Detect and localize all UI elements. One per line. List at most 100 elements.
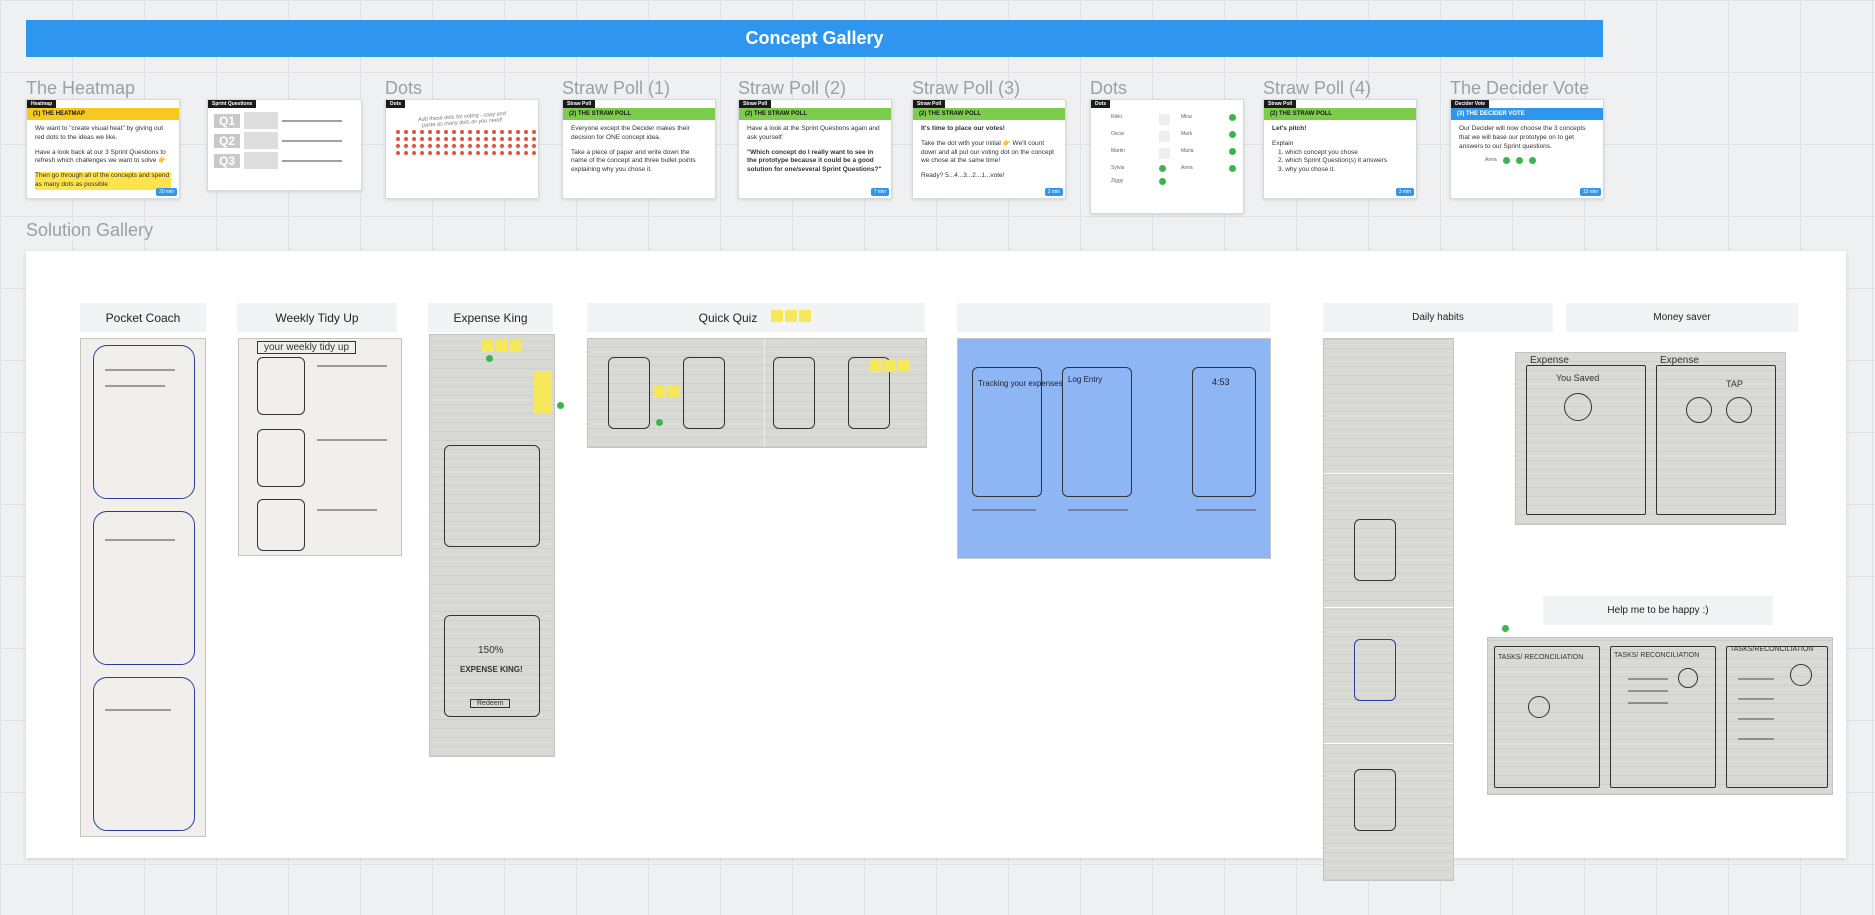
red-vote-dot[interactable] (452, 130, 456, 134)
red-vote-dot[interactable] (532, 151, 536, 155)
sticky-note[interactable] (898, 360, 910, 372)
red-vote-dot[interactable] (476, 137, 480, 141)
vote-dot[interactable] (1229, 165, 1236, 172)
expense-tracker-sketch[interactable]: Tracking your expenses Log Entry 4:53 (957, 338, 1271, 559)
vote-dot[interactable] (486, 355, 493, 362)
quick-quiz-sketch[interactable] (587, 338, 927, 448)
red-vote-dot[interactable] (476, 144, 480, 148)
vote-dot[interactable] (557, 402, 564, 409)
red-vote-dot[interactable] (404, 137, 408, 141)
red-vote-dot[interactable] (436, 144, 440, 148)
solution-label-weekly-tidy-up[interactable]: Weekly Tidy Up (237, 303, 397, 332)
straw-poll-4-card[interactable]: Straw Poll (2) THE STRAW POLL Let's pitc… (1263, 99, 1417, 199)
red-vote-dot[interactable] (420, 144, 424, 148)
red-vote-dot[interactable] (484, 151, 488, 155)
decider-dot[interactable] (1515, 157, 1523, 165)
red-vote-dot[interactable] (532, 137, 536, 141)
red-vote-dot[interactable] (484, 137, 488, 141)
red-vote-dot[interactable] (476, 151, 480, 155)
dot-slot[interactable] (1159, 114, 1170, 125)
dots-card[interactable]: Dots Add these dots for voting - copy an… (385, 99, 539, 199)
solution-label-quick-quiz[interactable]: Quick Quiz (587, 303, 925, 332)
red-vote-dot[interactable] (492, 151, 496, 155)
sticky-note[interactable] (668, 386, 680, 398)
red-vote-dot[interactable] (484, 130, 488, 134)
vote-dot[interactable] (1159, 178, 1166, 185)
frame-title-straw-poll-3[interactable]: Straw Poll (3) (912, 78, 1020, 99)
pocket-coach-sketch[interactable] (80, 338, 206, 837)
red-vote-dot[interactable] (428, 130, 432, 134)
red-vote-dot[interactable] (516, 144, 520, 148)
solution-label-expense-king[interactable]: Expense King (428, 303, 553, 332)
sticky-note[interactable] (771, 310, 784, 322)
help-me-be-happy-sketch[interactable]: TASKS/ RECONCILIATION TASKS/ RECONCILIAT… (1487, 637, 1833, 795)
solution-label-pocket-coach[interactable]: Pocket Coach (80, 303, 206, 332)
straw-poll-1-card[interactable]: Straw Poll (2) THE STRAW POLL Everyone e… (562, 99, 716, 199)
red-vote-dot[interactable] (452, 137, 456, 141)
red-vote-dot[interactable] (492, 144, 496, 148)
red-vote-dot[interactable] (412, 144, 416, 148)
red-vote-dot[interactable] (500, 151, 504, 155)
vote-dot[interactable] (1229, 114, 1236, 121)
red-vote-dot[interactable] (412, 151, 416, 155)
sticky-note[interactable] (870, 360, 882, 372)
red-vote-dot[interactable] (524, 144, 528, 148)
sticky-note[interactable] (510, 340, 522, 352)
dot-slot[interactable] (1159, 131, 1170, 142)
frame-title-straw-poll-2[interactable]: Straw Poll (2) (738, 78, 846, 99)
frame-title-solution-gallery[interactable]: Solution Gallery (26, 220, 153, 241)
red-vote-dot[interactable] (460, 151, 464, 155)
red-vote-dot[interactable] (468, 130, 472, 134)
sticky-note[interactable] (884, 360, 896, 372)
red-vote-dot[interactable] (412, 137, 416, 141)
sticky-note[interactable] (654, 386, 666, 398)
red-vote-dot[interactable] (404, 151, 408, 155)
red-vote-dot[interactable] (524, 130, 528, 134)
red-vote-dot[interactable] (396, 144, 400, 148)
red-vote-dot[interactable] (436, 151, 440, 155)
daily-habits-sketch[interactable] (1323, 338, 1454, 881)
sprint-questions-card[interactable]: Sprint Questions Q1 Q2 Q3 (207, 99, 362, 191)
red-vote-dot[interactable] (476, 130, 480, 134)
straw-poll-2-card[interactable]: Straw Poll (2) THE STRAW POLL Have a loo… (738, 99, 892, 199)
red-vote-dot[interactable] (436, 130, 440, 134)
red-vote-dot[interactable] (468, 151, 472, 155)
sticky-notes-cluster[interactable] (870, 359, 912, 377)
red-vote-dot[interactable] (444, 130, 448, 134)
decider-dot[interactable] (1502, 157, 1510, 165)
red-vote-dot[interactable] (468, 137, 472, 141)
red-vote-dot[interactable] (452, 151, 456, 155)
red-vote-dot[interactable] (516, 130, 520, 134)
weekly-tidy-up-sketch[interactable]: your weekly tidy up (238, 338, 402, 556)
sticky-note[interactable] (496, 340, 508, 352)
decider-vote-card[interactable]: Decider Vote (3) THE DECIDER VOTE Our De… (1450, 99, 1604, 199)
red-vote-dot[interactable] (508, 130, 512, 134)
vote-dot[interactable] (1229, 131, 1236, 138)
red-vote-dot[interactable] (492, 130, 496, 134)
red-vote-dot[interactable] (452, 144, 456, 148)
frame-title-decider-vote[interactable]: The Decider Vote (1450, 78, 1589, 99)
red-vote-dot[interactable] (484, 144, 488, 148)
red-vote-dot[interactable] (500, 130, 504, 134)
vote-dot[interactable] (1159, 165, 1166, 172)
money-saver-sketch[interactable]: Expense Expense You Saved TAP (1515, 352, 1786, 525)
red-vote-dot[interactable] (428, 151, 432, 155)
red-dot-grid[interactable] (386, 128, 538, 157)
red-vote-dot[interactable] (428, 144, 432, 148)
red-vote-dot[interactable] (428, 137, 432, 141)
red-vote-dot[interactable] (420, 137, 424, 141)
sticky-notes-cluster[interactable] (654, 385, 682, 403)
red-vote-dot[interactable] (524, 137, 528, 141)
red-vote-dot[interactable] (444, 151, 448, 155)
red-vote-dot[interactable] (436, 137, 440, 141)
frame-title-dots-2[interactable]: Dots (1090, 78, 1127, 99)
frame-title-heatmap[interactable]: The Heatmap (26, 78, 135, 99)
red-vote-dot[interactable] (500, 144, 504, 148)
red-vote-dot[interactable] (500, 137, 504, 141)
vote-dot[interactable] (1502, 625, 1509, 632)
red-vote-dot[interactable] (404, 144, 408, 148)
solution-label-empty[interactable] (957, 303, 1270, 332)
red-vote-dot[interactable] (468, 144, 472, 148)
red-vote-dot[interactable] (516, 137, 520, 141)
vote-dot[interactable] (656, 419, 663, 426)
